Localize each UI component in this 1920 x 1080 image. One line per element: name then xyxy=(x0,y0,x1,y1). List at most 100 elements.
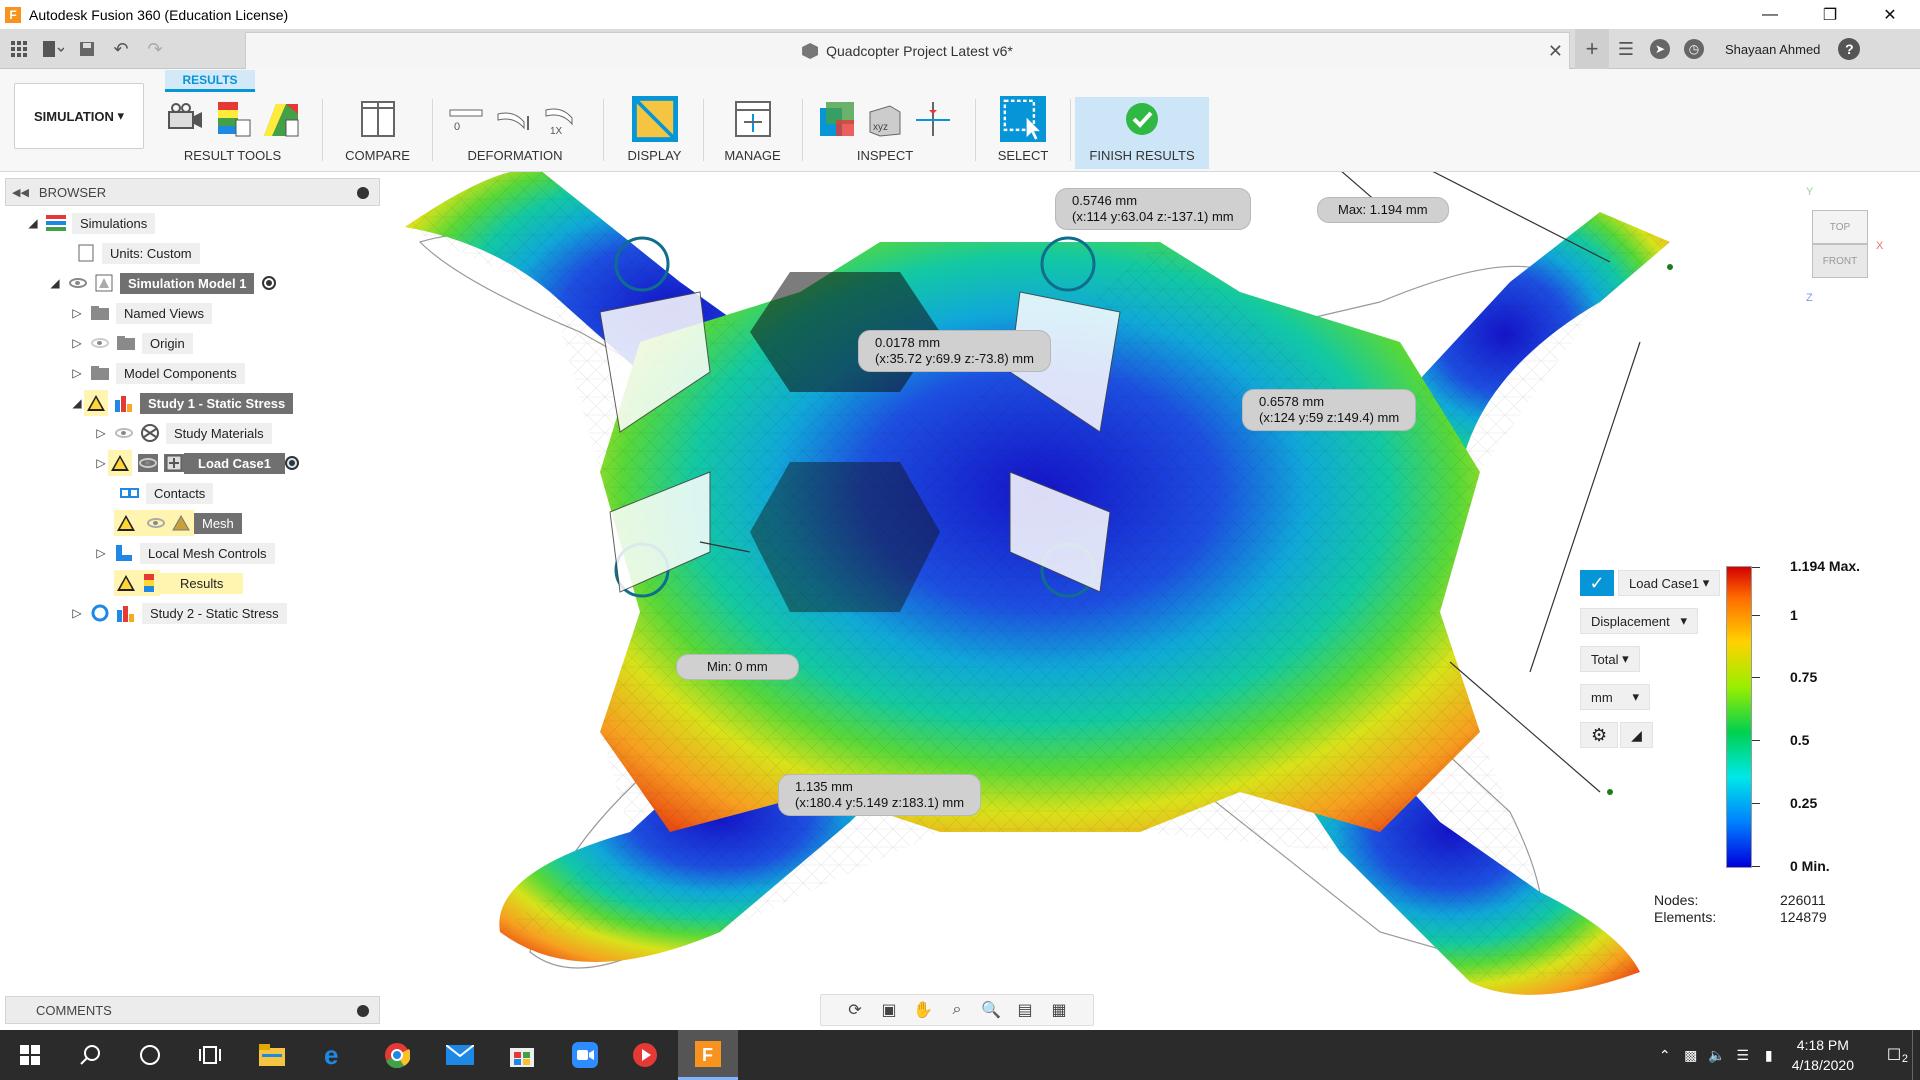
zoom-icon[interactable]: ⌕ xyxy=(944,997,970,1023)
redo-icon[interactable]: ↷ xyxy=(140,34,170,64)
deformation-actual-icon[interactable]: 1X xyxy=(544,100,582,138)
display-group[interactable]: DISPLAY xyxy=(612,96,697,169)
probe-callout-3[interactable]: 0.6578 mm (x:124 y:59 z:149.4) mm xyxy=(1242,389,1417,431)
collapse-triangle-icon[interactable]: ◢ xyxy=(26,216,40,230)
tree-item-named-views[interactable]: ▷ Named Views xyxy=(70,300,212,326)
result-type-selector[interactable]: Displacement ▾ xyxy=(1580,608,1698,634)
expand-triangle-icon[interactable]: ▷ xyxy=(70,336,84,350)
tree-item-mesh[interactable]: Mesh xyxy=(114,510,242,536)
save-icon[interactable] xyxy=(72,34,102,64)
deformation-none-icon[interactable]: 0 xyxy=(448,100,486,138)
workspace-switcher[interactable]: SIMULATION ▾ xyxy=(14,83,144,149)
tree-item-simulation-model[interactable]: ◢ Simulation Model 1 xyxy=(48,270,277,296)
document-tab[interactable]: Quadcopter Project Latest v6* ✕ xyxy=(245,32,1570,69)
tree-item-results[interactable]: Results xyxy=(114,570,244,596)
probe-callout-4[interactable]: 1.135 mm (x:180.4 y:5.149 z:183.1) mm xyxy=(778,774,982,816)
component-dropdown[interactable]: Total ▾ xyxy=(1580,646,1640,672)
activate-radio-icon[interactable] xyxy=(284,456,299,470)
notification-icon[interactable]: ➤ xyxy=(1643,29,1677,69)
tree-item-local-mesh-controls[interactable]: ▷ Local Mesh Controls xyxy=(94,540,275,566)
view-cube[interactable]: Y X Z TOP FRONT xyxy=(1806,186,1883,304)
visibility-eye-icon[interactable] xyxy=(138,454,158,472)
file-explorer-icon[interactable] xyxy=(242,1030,302,1080)
surface-plot-icon[interactable] xyxy=(214,100,252,138)
visibility-eye-icon[interactable] xyxy=(68,274,88,292)
help-icon[interactable]: ? xyxy=(1838,38,1861,60)
cortana-icon[interactable] xyxy=(120,1030,180,1080)
clock[interactable]: 4:18 PM 4/18/2020 xyxy=(1792,1035,1854,1075)
restore-button[interactable]: ❐ xyxy=(1800,0,1860,29)
battery-icon[interactable]: ▮ xyxy=(1756,1047,1782,1064)
tree-item-study-materials[interactable]: ▷ Study Materials xyxy=(94,420,272,446)
inspect-group[interactable]: xyz INSPECT xyxy=(810,97,960,169)
action-center-icon[interactable]: ☐ 2 xyxy=(1876,1045,1912,1065)
compare-group[interactable]: COMPARE xyxy=(330,97,425,169)
tab-results[interactable]: RESULTS xyxy=(165,70,255,92)
inspect-probe-icon[interactable] xyxy=(818,100,856,138)
expand-triangle-icon[interactable]: ▷ xyxy=(70,366,84,380)
expand-triangle-icon[interactable]: ▷ xyxy=(94,426,108,440)
store-icon[interactable] xyxy=(492,1030,552,1080)
max-callout[interactable]: Max: 1.194 mm xyxy=(1317,197,1449,223)
clock-history-icon[interactable]: ◷ xyxy=(1677,29,1711,69)
wifi-icon[interactable]: ☰ xyxy=(1730,1047,1756,1064)
fit-zoom-icon[interactable]: 🔍 xyxy=(978,997,1004,1023)
result-tools-group[interactable]: RESULT TOOLS xyxy=(160,97,305,169)
orbit-icon[interactable]: ⟳ xyxy=(842,997,868,1023)
windows-start-icon[interactable] xyxy=(0,1030,60,1080)
tree-item-study-1[interactable]: ◢ Study 1 - Static Stress xyxy=(70,390,294,416)
inspect-plane-icon[interactable] xyxy=(914,100,952,138)
activate-radio-icon[interactable] xyxy=(262,276,277,290)
unit-dropdown[interactable]: mm ▾ xyxy=(1580,684,1650,710)
look-at-icon[interactable]: ▣ xyxy=(876,997,902,1023)
tree-item-load-case[interactable]: ▷ Load Case1 xyxy=(94,450,299,476)
file-menu-icon[interactable] xyxy=(38,34,68,64)
viewcube-top-face[interactable]: TOP xyxy=(1812,210,1868,244)
task-view-icon[interactable] xyxy=(180,1030,240,1080)
tray-overflow-icon[interactable]: ⌃ xyxy=(1652,1047,1678,1064)
apps-grid-icon[interactable] xyxy=(4,34,34,64)
select-window-icon[interactable] xyxy=(1000,96,1046,142)
min-callout[interactable]: Min: 0 mm xyxy=(676,654,799,680)
probe-callout-1[interactable]: 0.5746 mm (x:114 y:63.04 z:-137.1) mm xyxy=(1055,188,1251,230)
component-selector[interactable]: Total ▾ xyxy=(1580,646,1640,672)
grid-settings-icon[interactable]: ▦ xyxy=(1046,997,1072,1023)
show-desktop-button[interactable] xyxy=(1912,1030,1920,1080)
hidden-eye-icon[interactable] xyxy=(90,334,110,352)
zoom-app-icon[interactable] xyxy=(555,1030,615,1080)
job-status-icon[interactable]: ☰ xyxy=(1609,29,1643,69)
animate-camera-icon[interactable] xyxy=(166,100,204,138)
load-case-selector[interactable]: ✓ Load Case1 ▾ xyxy=(1580,570,1721,596)
browser-minimize-icon[interactable] xyxy=(357,187,369,199)
close-tab-icon[interactable]: ✕ xyxy=(1548,41,1563,62)
comments-panel[interactable]: COMMENTS xyxy=(5,996,380,1024)
tree-item-study-2[interactable]: ▷ Study 2 - Static Stress xyxy=(70,600,287,626)
volume-icon[interactable]: 🔈 xyxy=(1704,1047,1730,1064)
expand-triangle-icon[interactable]: ▷ xyxy=(70,306,84,320)
manage-settings-icon[interactable] xyxy=(734,100,772,138)
add-comment-icon[interactable] xyxy=(357,1005,369,1017)
display-icon[interactable] xyxy=(631,96,678,142)
pan-hand-icon[interactable]: ✋ xyxy=(910,997,936,1023)
manage-group[interactable]: MANAGE xyxy=(710,97,795,169)
load-case-dropdown[interactable]: Load Case1 ▾ xyxy=(1618,570,1721,596)
search-icon[interactable] xyxy=(60,1030,120,1080)
edge-browser-icon[interactable]: e xyxy=(305,1030,365,1080)
tree-item-model-components[interactable]: ▷ Model Components xyxy=(70,360,245,386)
expand-triangle-icon[interactable]: ▷ xyxy=(94,456,108,470)
chrome-icon[interactable] xyxy=(367,1030,427,1080)
tree-item-units[interactable]: Units: Custom xyxy=(70,240,200,266)
media-player-icon[interactable] xyxy=(615,1030,675,1080)
viewcube-front-face[interactable]: FRONT xyxy=(1812,244,1868,278)
finish-results-group[interactable]: FINISH RESULTS xyxy=(1075,97,1209,169)
inspect-xyz-icon[interactable]: xyz xyxy=(866,100,904,138)
tree-item-origin[interactable]: ▷ Origin xyxy=(70,330,193,356)
fusion-360-taskbar-icon[interactable]: F xyxy=(678,1030,738,1080)
expand-triangle-icon[interactable]: ▷ xyxy=(94,546,108,560)
minimize-button[interactable]: — xyxy=(1740,0,1800,29)
collapse-triangle-icon[interactable]: ◢ xyxy=(70,396,84,410)
compare-icon[interactable] xyxy=(359,100,397,138)
select-group[interactable]: SELECT xyxy=(983,96,1063,169)
tree-item-contacts[interactable]: Contacts xyxy=(114,480,214,506)
legend-toggle-checkbox[interactable]: ✓ xyxy=(1580,570,1614,596)
